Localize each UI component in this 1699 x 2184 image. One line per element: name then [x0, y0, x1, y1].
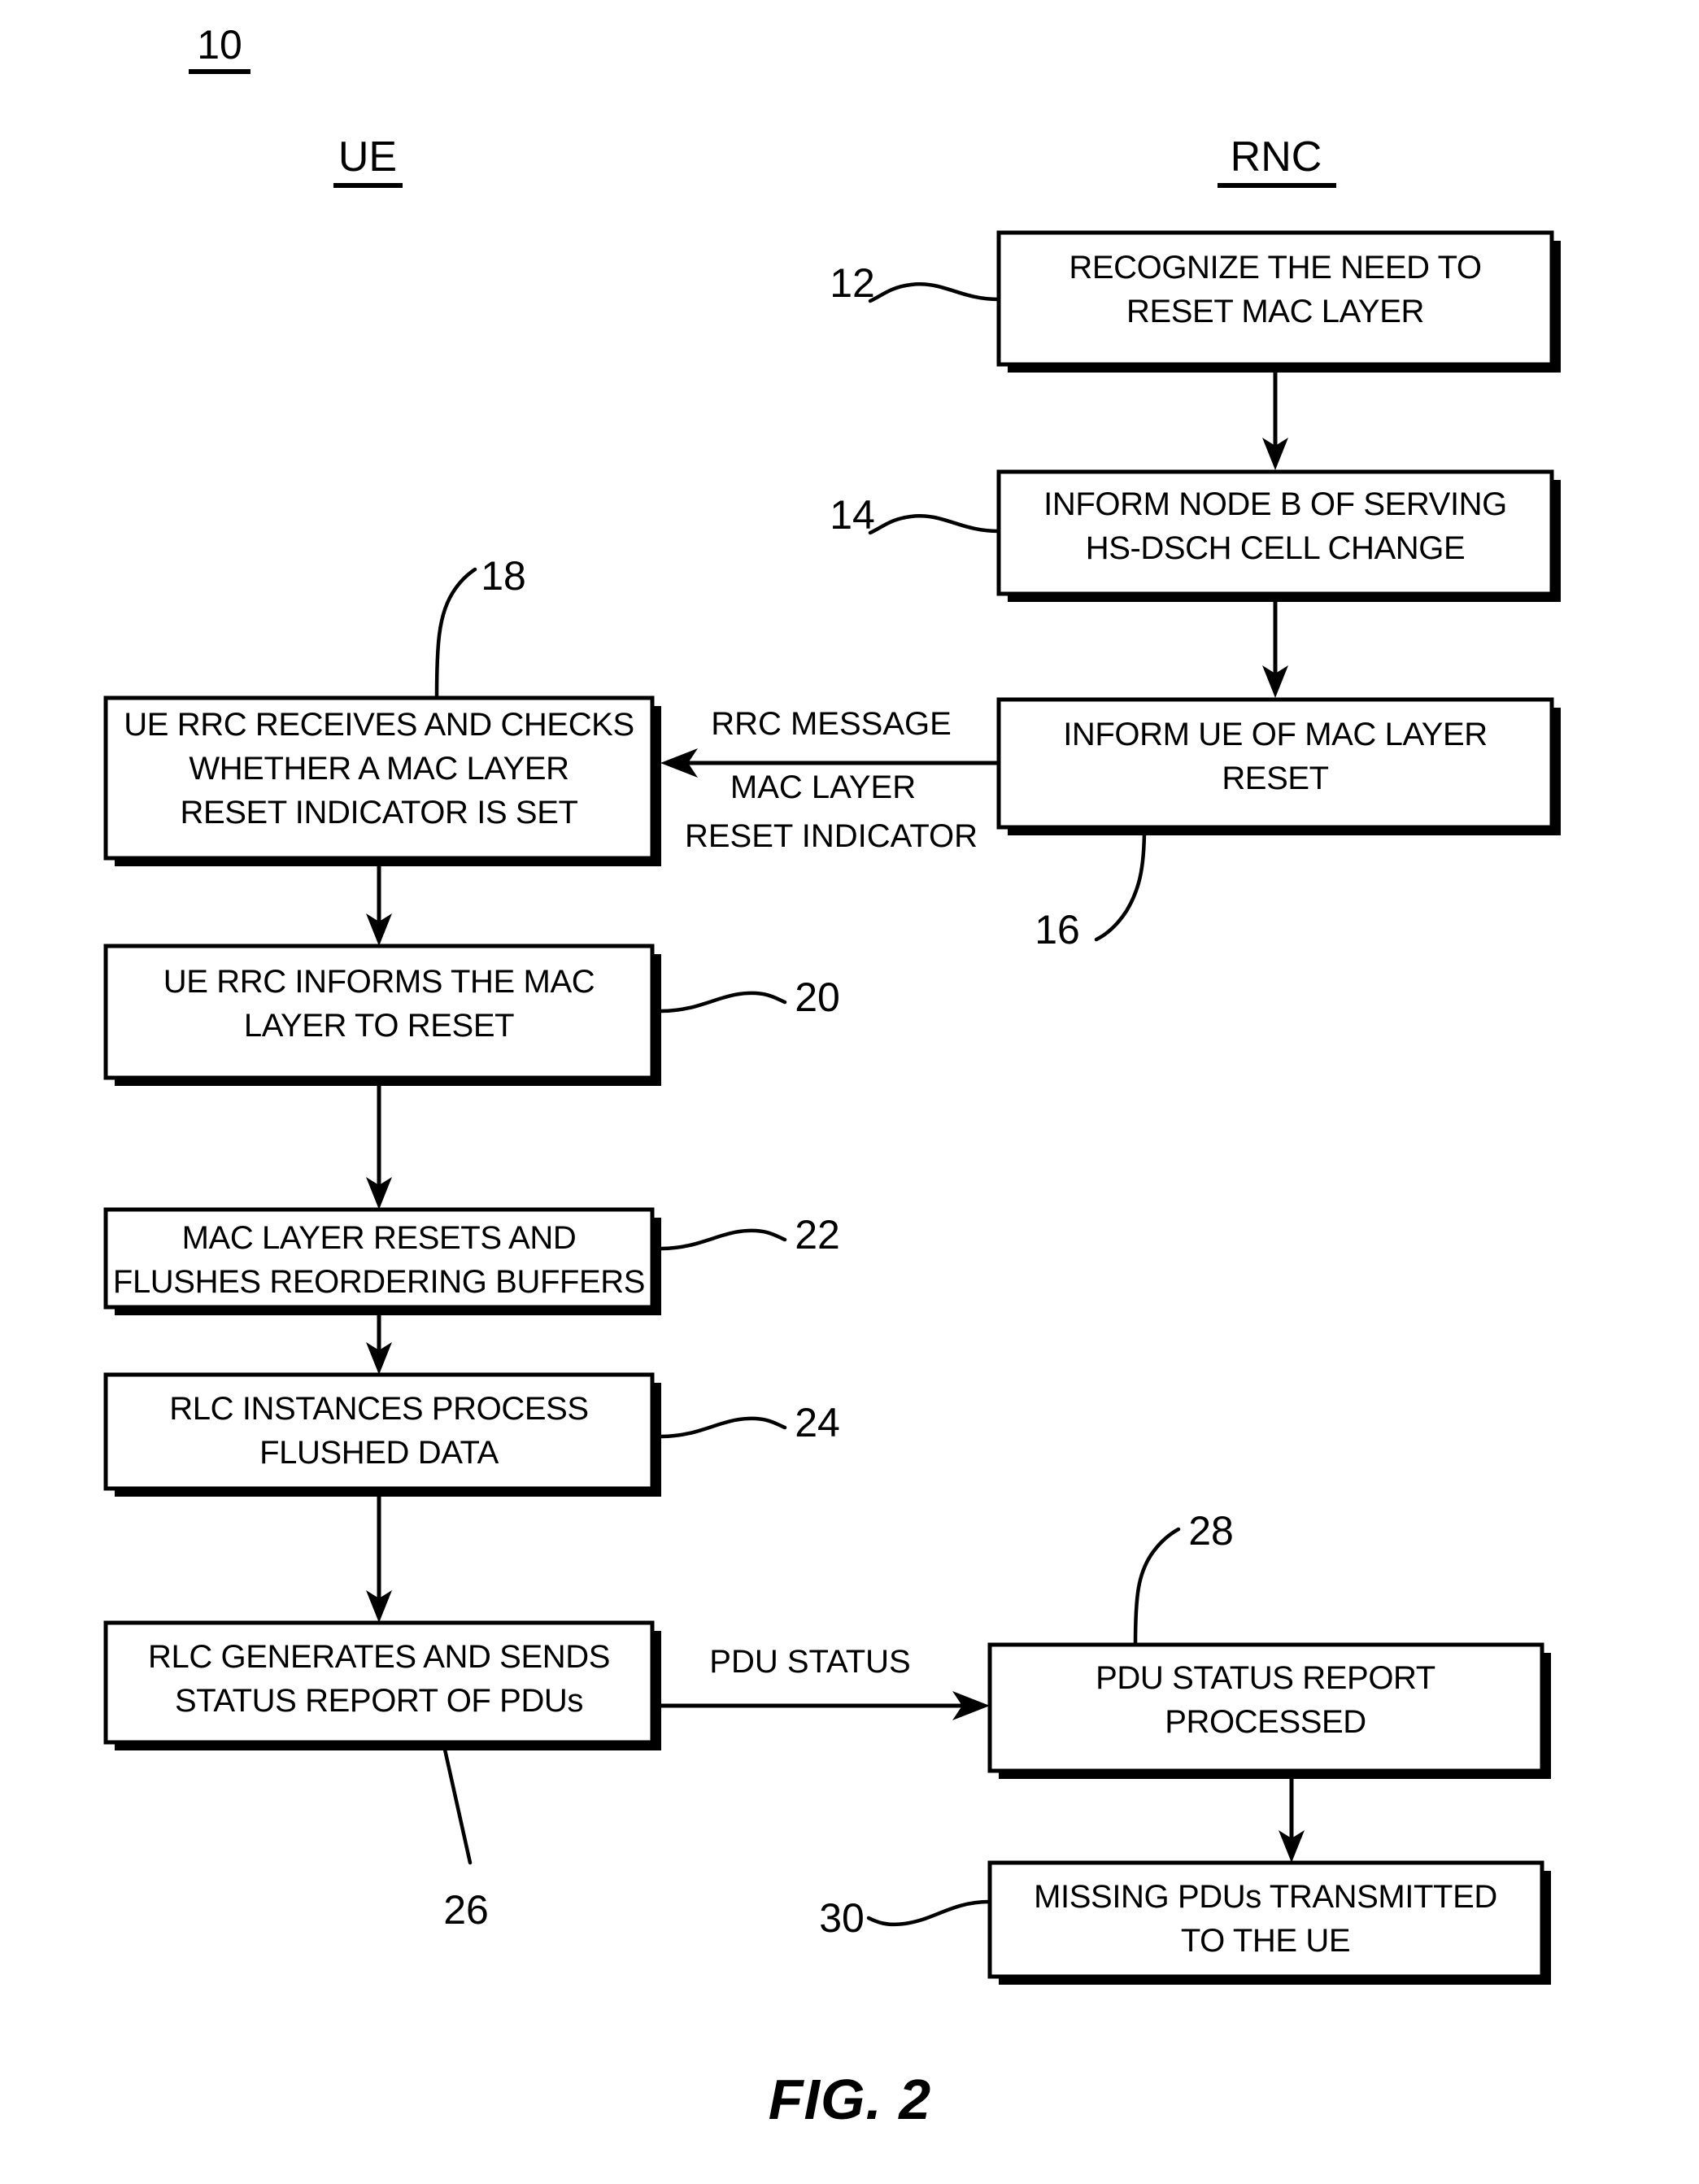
column-heading-rnc: RNC: [1218, 133, 1336, 188]
process-box-26: RLC GENERATES AND SENDS STATUS REPORT OF…: [103, 1620, 661, 1933]
column-heading-ue: UE: [333, 133, 403, 188]
process-box-22-leader: [659, 1228, 787, 1251]
flow-arrow-28-to-30: [1279, 1779, 1305, 1863]
process-box-28: PDU STATUS REPORT PROCESSED 28: [987, 1508, 1551, 1779]
process-box-14-line-2: HS-DSCH CELL CHANGE: [1086, 530, 1466, 566]
edge-label-pdu-status: PDU STATUS: [709, 1644, 910, 1680]
edge-label-rrc-message-line-2: MAC LAYER: [730, 769, 916, 805]
flowchart-diagram: 10 UE RNC RECOGNIZE THE NEED TO RESET MA…: [103, 22, 1561, 2131]
column-heading-ue-label: UE: [338, 133, 397, 181]
process-box-30-line-2: TO THE UE: [1181, 1923, 1350, 1959]
process-box-18-line-1: UE RRC RECEIVES AND CHECKS: [124, 707, 634, 743]
figure-number-10-text: 10: [197, 22, 242, 68]
process-box-22: MAC LAYER RESETS AND FLUSHES REORDERING …: [103, 1207, 840, 1315]
process-box-14-line-1: INFORM NODE B OF SERVING: [1043, 486, 1507, 522]
process-box-18-line-2: WHETHER A MAC LAYER: [189, 751, 569, 787]
process-box-24: RLC INSTANCES PROCESS FLUSHED DATA 24: [103, 1372, 840, 1497]
process-box-16-line-2: RESET: [1222, 761, 1328, 796]
process-box-18: UE RRC RECEIVES AND CHECKS WHETHER A MAC…: [103, 553, 661, 866]
flow-arrow-rrc-message: RRC MESSAGE MAC LAYER RESET INDICATOR: [660, 706, 999, 854]
flow-arrow-12-to-14: [1262, 373, 1288, 470]
process-box-24-ref: 24: [795, 1400, 840, 1445]
figure-caption: FIG. 2: [769, 2068, 931, 2131]
process-box-12: RECOGNIZE THE NEED TO RESET MAC LAYER 12: [830, 230, 1561, 373]
process-box-16-line-1: INFORM UE OF MAC LAYER: [1063, 717, 1488, 752]
process-box-30-ref: 30: [819, 1895, 865, 1941]
process-box-24-leader: [659, 1416, 787, 1439]
flow-arrow-22-to-24: [366, 1315, 392, 1375]
process-box-16: INFORM UE OF MAC LAYER RESET 16: [996, 697, 1561, 953]
process-box-14-leader: [868, 514, 1001, 535]
process-box-18-leader: [434, 567, 477, 700]
process-box-30-line-1: MISSING PDUs TRANSMITTED: [1034, 1879, 1497, 1915]
process-box-12-leader: [868, 282, 1001, 303]
process-box-30-leader: [866, 1899, 992, 1927]
process-box-24-line-1: RLC INSTANCES PROCESS: [169, 1391, 588, 1427]
process-box-16-leader: [1094, 825, 1147, 942]
process-box-24-line-2: FLUSHED DATA: [259, 1435, 499, 1471]
flow-arrow-24-to-26: [366, 1497, 392, 1623]
flow-arrow-pdu-status: PDU STATUS: [661, 1644, 990, 1720]
process-box-20-line-2: LAYER TO RESET: [244, 1008, 514, 1044]
edge-label-rrc-message-line-3: RESET INDICATOR: [685, 818, 978, 854]
process-box-20-ref: 20: [795, 974, 840, 1020]
process-box-22-ref: 22: [795, 1212, 840, 1258]
process-box-14-ref: 14: [830, 492, 875, 538]
process-box-26-line-1: RLC GENERATES AND SENDS: [148, 1639, 610, 1675]
process-box-12-line-1: RECOGNIZE THE NEED TO: [1069, 250, 1481, 286]
flow-arrow-18-to-20: [366, 866, 392, 946]
flow-arrow-20-to-22: [366, 1086, 392, 1210]
patent-figure: 10 UE RNC RECOGNIZE THE NEED TO RESET MA…: [0, 0, 1699, 2184]
figure-number-10: 10: [189, 22, 250, 74]
column-heading-rnc-label: RNC: [1231, 133, 1322, 181]
process-box-28-line-1: PDU STATUS REPORT: [1096, 1660, 1435, 1696]
process-box-26-line-2: STATUS REPORT OF PDUs: [175, 1683, 583, 1719]
flow-arrow-14-to-16: [1262, 602, 1288, 698]
process-box-28-leader: [1133, 1527, 1181, 1647]
process-box-12-ref: 12: [830, 260, 875, 306]
process-box-20-line-1: UE RRC INFORMS THE MAC: [163, 964, 595, 1000]
process-box-12-line-2: RESET MAC LAYER: [1126, 294, 1424, 329]
edge-label-rrc-message-line-1: RRC MESSAGE: [711, 706, 952, 742]
process-box-26-leader: [441, 1740, 473, 1865]
process-box-18-ref: 18: [481, 553, 526, 599]
process-box-18-line-3: RESET INDICATOR IS SET: [180, 795, 577, 830]
process-box-30: MISSING PDUs TRANSMITTED TO THE UE 30: [819, 1860, 1551, 1985]
process-box-20: UE RRC INFORMS THE MAC LAYER TO RESET 20: [103, 944, 840, 1086]
process-box-26-ref: 26: [443, 1887, 489, 1933]
process-box-14: INFORM NODE B OF SERVING HS-DSCH CELL CH…: [830, 469, 1561, 602]
process-box-28-line-2: PROCESSED: [1165, 1704, 1366, 1740]
process-box-28-ref: 28: [1188, 1508, 1234, 1554]
process-box-22-line-2: FLUSHES REORDERING BUFFERS: [113, 1264, 645, 1300]
process-box-16-ref: 16: [1035, 907, 1080, 953]
process-box-20-leader: [659, 991, 787, 1014]
process-box-22-line-1: MAC LAYER RESETS AND: [182, 1220, 577, 1256]
